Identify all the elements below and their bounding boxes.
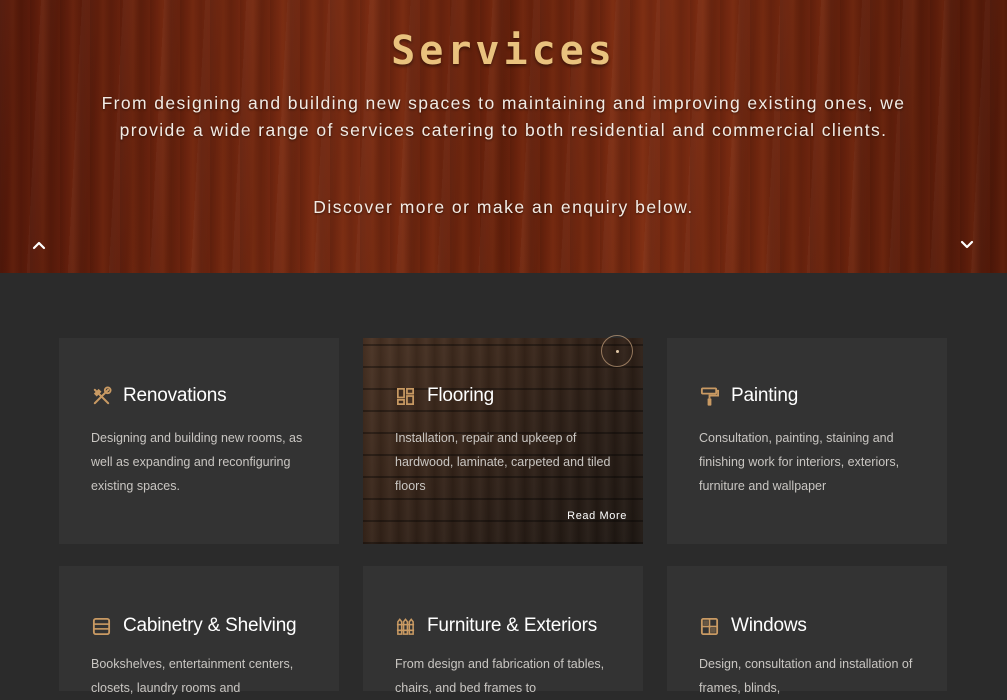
window-icon — [699, 616, 720, 637]
paint-roller-icon — [699, 386, 720, 407]
service-description: Consultation, painting, staining and fin… — [699, 431, 900, 493]
service-description: Designing and building new rooms, as wel… — [91, 431, 303, 493]
service-card-windows[interactable]: Windows Design, consultation and install… — [667, 566, 947, 695]
service-card-cabinetry[interactable]: Cabinetry & Shelving Bookshelves, entert… — [59, 566, 339, 695]
service-description: Installation, repair and upkeep of hardw… — [395, 431, 611, 493]
service-title: Renovations — [123, 385, 227, 406]
chevron-down-icon — [960, 240, 974, 249]
shelves-icon — [91, 616, 112, 637]
scroll-up-button[interactable] — [29, 236, 49, 254]
hammer-wrench-icon — [91, 385, 112, 407]
page-title: Services — [391, 28, 616, 74]
grid-layout-icon — [395, 386, 416, 407]
hero-banner: Services From designing and building new… — [0, 0, 1007, 273]
hero-description: From designing and building new spaces t… — [101, 93, 906, 140]
service-card-painting[interactable]: Painting Consultation, painting, stainin… — [667, 338, 947, 544]
service-title: Furniture & Exteriors — [427, 615, 598, 636]
read-more-link[interactable]: Read More — [567, 510, 627, 522]
cursor-indicator — [601, 335, 633, 367]
chevron-up-icon — [32, 241, 46, 250]
service-card-renovations[interactable]: Renovations Designing and building new r… — [59, 338, 339, 544]
service-title: Windows — [731, 615, 807, 636]
service-title: Cabinetry & Shelving — [123, 615, 297, 636]
fence-icon — [395, 616, 416, 637]
service-card-flooring[interactable]: Flooring Installation, repair and upkeep… — [363, 335, 643, 544]
service-description: Bookshelves, entertainment centers, clos… — [91, 657, 294, 695]
scroll-down-button[interactable] — [957, 236, 977, 254]
hero-subtitle: Discover more or make an enquiry below. — [313, 197, 694, 217]
service-description: Design, consultation and installation of… — [699, 657, 913, 695]
service-title: Painting — [731, 385, 799, 406]
service-description: From design and fabrication of tables, c… — [395, 657, 605, 695]
service-title: Flooring — [427, 385, 495, 406]
service-card-furniture[interactable]: Furniture & Exteriors From design and fa… — [363, 566, 643, 695]
